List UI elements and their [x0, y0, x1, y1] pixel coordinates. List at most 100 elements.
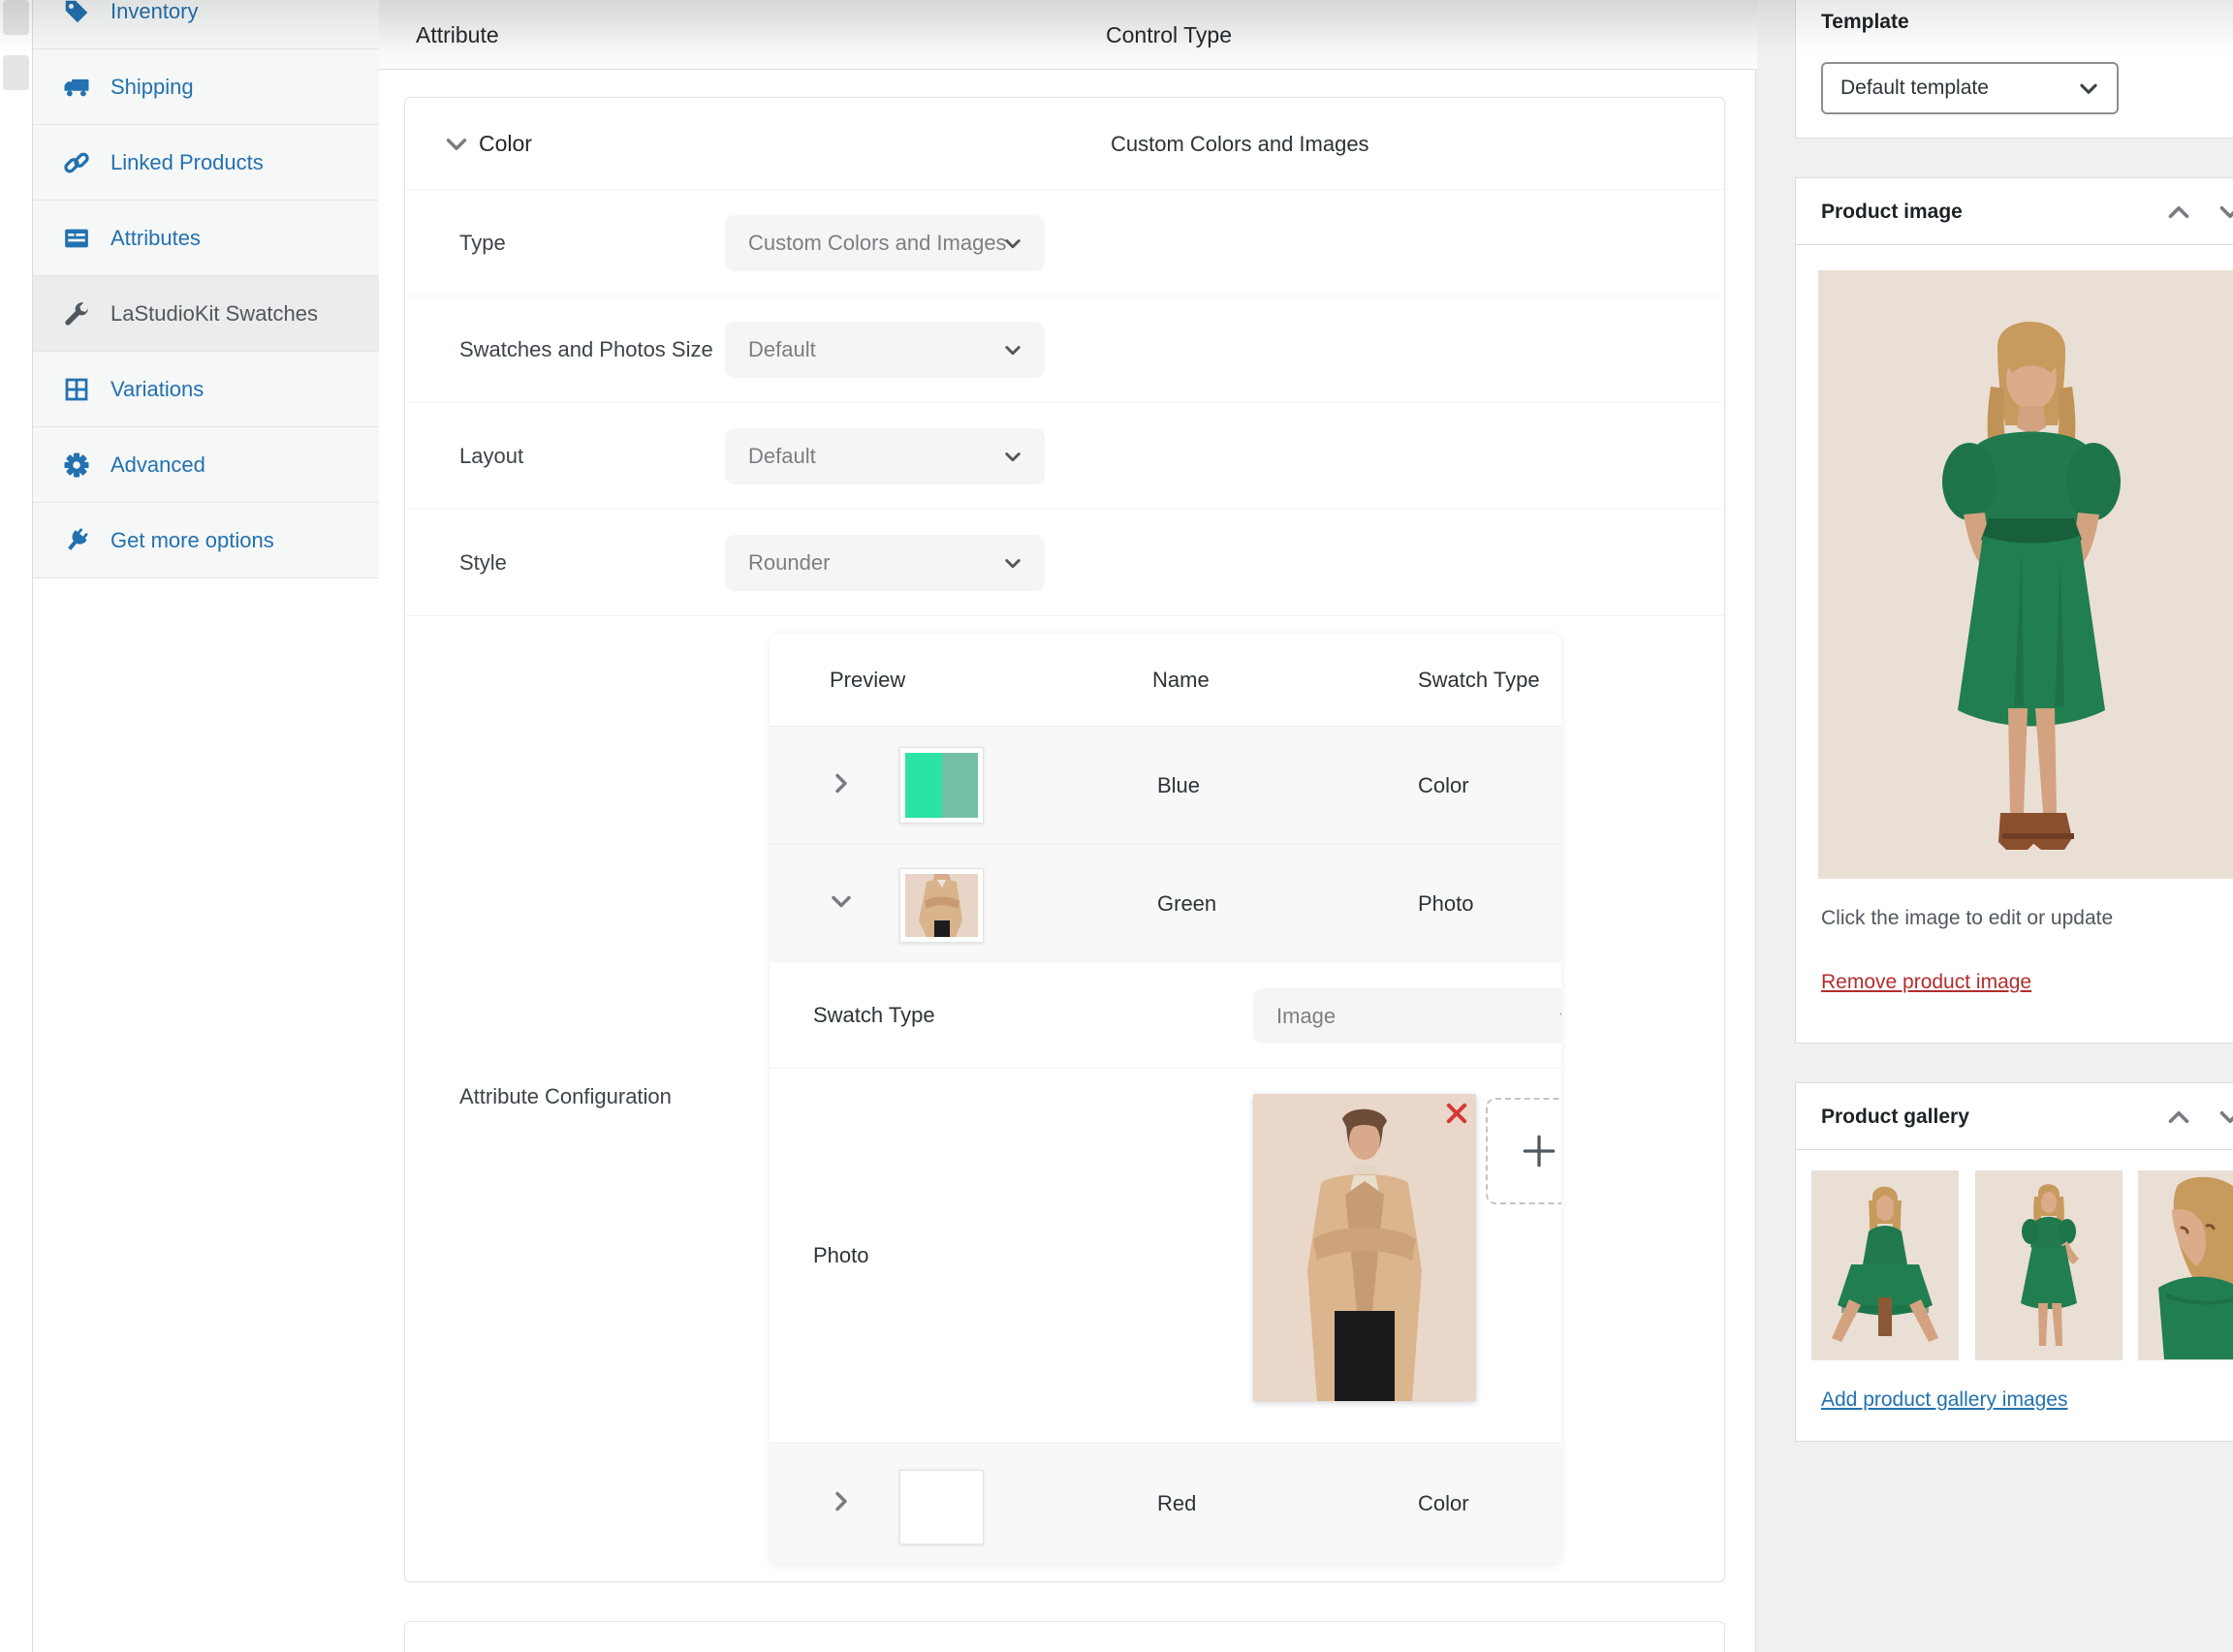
tab-shipping[interactable]: Shipping	[33, 49, 379, 125]
move-up-icon[interactable]	[2162, 196, 2195, 234]
attribute-configuration-label: Attribute Configuration	[459, 1084, 672, 1109]
gallery-thumb-3[interactable]	[2138, 1170, 2233, 1360]
tab-linked-products[interactable]: Linked Products	[33, 125, 379, 201]
delete-photo-icon[interactable]	[1443, 1100, 1470, 1132]
template-panel: Template Default template	[1795, 0, 2233, 139]
move-down-icon[interactable]	[2214, 196, 2233, 234]
tab-inventory[interactable]: Inventory	[33, 0, 379, 49]
color-attribute-card: Color Custom Colors and Images Type Cust…	[404, 97, 1725, 1582]
camel-coat-thumb-image	[905, 874, 978, 937]
product-data-tabs: Inventory Shipping Linked Products Attri…	[33, 0, 379, 578]
chevron-down-icon	[998, 548, 1027, 577]
tab-attributes[interactable]: Attributes	[33, 201, 379, 276]
gallery-image-sitting	[1812, 1171, 1958, 1359]
swatch-left	[905, 753, 942, 818]
select-value: Default	[748, 337, 816, 362]
plug-icon	[62, 526, 91, 555]
product-image-title: Product image	[1821, 178, 1963, 245]
tab-label: Attributes	[110, 226, 201, 251]
swatch-config-table: Preview Name Swatch Type Blue Color	[770, 634, 1561, 1563]
tab-label: Variations	[110, 377, 204, 402]
green-photo-image[interactable]	[1253, 1094, 1476, 1401]
swatch-type-field-label: Swatch Type	[813, 1003, 935, 1028]
field-label: Style	[459, 510, 507, 616]
gallery-thumb-2[interactable]	[1975, 1170, 2123, 1360]
green-detail-swatch-type-row: Swatch Type Image	[770, 963, 1561, 1069]
green-preview-photo	[899, 868, 984, 943]
add-gallery-images-link[interactable]: Add product gallery images	[1821, 1388, 2067, 1412]
style-select[interactable]: Rounder	[725, 535, 1045, 591]
product-gallery-header[interactable]: Product gallery	[1796, 1083, 2233, 1150]
expand-chevron-right-icon[interactable]	[826, 767, 857, 803]
swatch-table-header-row: Preview Name Swatch Type	[770, 634, 1561, 726]
swatches-table-header: Attribute Control Type	[379, 0, 1757, 70]
blue-preview-swatch	[899, 747, 984, 824]
tab-label: Get more options	[110, 528, 274, 553]
gallery-thumb-1[interactable]	[1811, 1170, 1959, 1360]
wrench-icon	[62, 299, 91, 328]
tab-lastudiokit-swatches[interactable]: LaStudioKit Swatches	[33, 276, 379, 352]
truck-icon	[62, 73, 91, 102]
template-label: Template	[1821, 11, 1909, 34]
green-dress-image	[1818, 270, 2233, 879]
swatch-name: Red	[1157, 1491, 1196, 1516]
layout-select[interactable]: Default	[725, 428, 1045, 484]
color-attribute-row[interactable]: Color Custom Colors and Images	[405, 98, 1724, 190]
select-value: Rounder	[748, 550, 830, 576]
expand-chevron-right-icon[interactable]	[826, 1485, 857, 1521]
gallery-image-closeup	[2139, 1171, 2233, 1359]
chevron-down-icon	[998, 229, 1027, 258]
expand-chevron-down-icon[interactable]	[826, 887, 857, 922]
product-image-header[interactable]: Product image	[1796, 178, 2233, 245]
featured-product-image[interactable]	[1818, 270, 2233, 879]
product-gallery-panel: Product gallery	[1795, 1082, 2233, 1442]
collapse-chevron-icon[interactable]	[440, 128, 473, 166]
attribute-column-header: Attribute	[416, 0, 499, 70]
field-label: Type	[459, 190, 506, 296]
gallery-image-standing	[1976, 1171, 2122, 1359]
move-down-icon[interactable]	[2214, 1101, 2233, 1138]
type-select[interactable]: Custom Colors and Images	[725, 215, 1045, 271]
tab-get-more-options[interactable]: Get more options	[33, 503, 379, 578]
grid-icon	[62, 375, 91, 404]
swatch-type-column-header: Swatch Type	[1418, 634, 1540, 726]
next-attribute-card	[404, 1621, 1725, 1652]
chevron-down-icon	[1554, 1002, 1561, 1031]
plus-icon	[1518, 1130, 1560, 1172]
swatch-row-green[interactable]: Green Photo	[770, 844, 1561, 963]
swatch-row-red[interactable]: Red Color	[770, 1443, 1561, 1563]
product-image-hint: Click the image to edit or update	[1821, 907, 2113, 930]
move-up-icon[interactable]	[2162, 1101, 2195, 1138]
attribute-control-type-value: Custom Colors and Images	[1111, 98, 1369, 190]
admin-rail	[0, 0, 32, 1652]
remove-product-image-link[interactable]: Remove product image	[1821, 971, 2031, 994]
chevron-down-icon	[998, 335, 1027, 364]
red-preview-swatch	[899, 1470, 984, 1544]
template-select[interactable]: Default template	[1821, 62, 2119, 114]
index-card-icon	[62, 224, 91, 253]
green-swatch-type-select[interactable]: Image	[1253, 988, 1561, 1044]
attribute-name: Color	[479, 98, 532, 190]
link-icon	[62, 148, 91, 177]
swatch-right	[942, 753, 979, 818]
swatches-size-select[interactable]: Default	[725, 322, 1045, 378]
field-label: Layout	[459, 403, 523, 510]
swatch-type: Color	[1418, 773, 1469, 798]
field-row-type: Type Custom Colors and Images	[405, 190, 1724, 296]
field-row-size: Swatches and Photos Size Default	[405, 296, 1724, 403]
field-label: Swatches and Photos Size	[459, 296, 713, 403]
select-value: Default template	[1840, 77, 1989, 100]
green-detail-photo-row: Photo	[770, 1069, 1561, 1443]
swatch-type: Photo	[1418, 891, 1474, 917]
tab-advanced[interactable]: Advanced	[33, 427, 379, 503]
swatch-row-blue[interactable]: Blue Color	[770, 726, 1561, 844]
field-row-style: Style Rounder	[405, 510, 1724, 616]
add-photo-button[interactable]	[1486, 1098, 1561, 1204]
select-value: Default	[748, 444, 816, 469]
swatch-name: Green	[1157, 891, 1216, 917]
tab-variations[interactable]: Variations	[33, 352, 379, 427]
chevron-down-icon	[2072, 72, 2105, 105]
swatch-type: Color	[1418, 1491, 1469, 1516]
admin-rail-block	[3, 55, 29, 90]
gear-icon	[62, 451, 91, 480]
